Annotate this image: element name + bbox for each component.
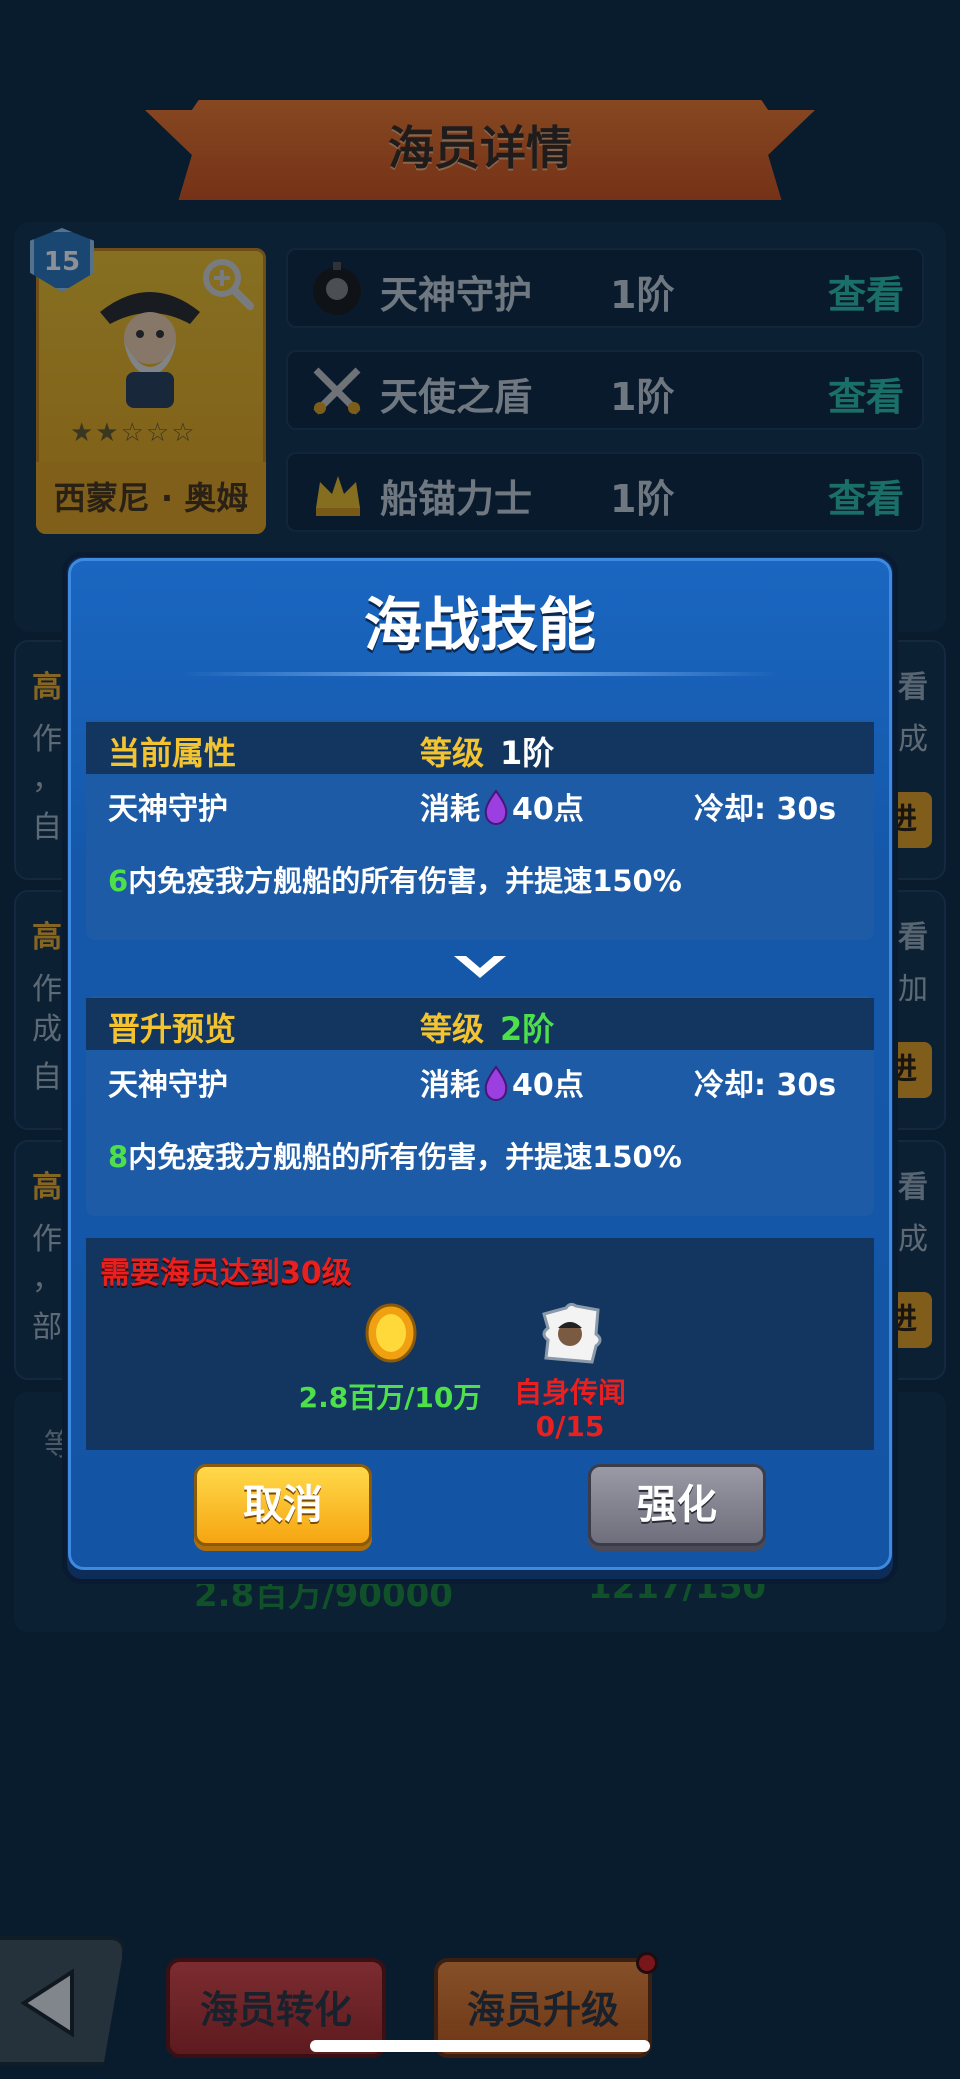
coin-requirement: 2.8百万/10万	[298, 1381, 482, 1414]
fragment-name: 自身传闻	[513, 1376, 626, 1409]
cancel-button[interactable]: 取消	[194, 1464, 372, 1546]
home-indicator[interactable]	[310, 2040, 650, 2052]
fragment-requirement: 自身传闻 0/15	[490, 1376, 650, 1444]
cooldown: 冷却: 30s	[694, 1068, 837, 1103]
preview-description: 8内免疫我方舰船的所有伤害，并提速150%	[108, 1134, 682, 1176]
fragment-count: 0/15	[535, 1410, 605, 1443]
cost-display: 消耗 40点	[420, 784, 584, 828]
cost-value: 40点	[512, 1068, 584, 1103]
description-text: 内免疫我方舰船的所有伤害，并提速150%	[128, 864, 682, 898]
title-divider	[180, 672, 780, 676]
current-description: 6内免疫我方舰船的所有伤害，并提速150%	[108, 858, 682, 900]
cooldown: 冷却: 30s	[694, 792, 837, 827]
gold-coin-icon	[365, 1303, 417, 1363]
cost-label: 消耗	[420, 792, 480, 827]
preview-skill-name: 天神守护	[108, 1068, 228, 1103]
preview-label: 晋升预览	[108, 1010, 237, 1048]
requirement-title: 需要海员达到30级	[100, 1256, 352, 1291]
level-label: 等级	[420, 734, 485, 772]
current-level-value: 1阶	[500, 734, 555, 772]
chevron-down-icon	[454, 956, 506, 978]
cost-label: 消耗	[420, 1068, 480, 1103]
purple-drop-icon	[484, 789, 508, 825]
modal-title: 海战技能	[363, 591, 596, 659]
cost-display: 消耗 40点	[420, 1060, 584, 1104]
duration-number: 6	[108, 864, 129, 898]
current-skill-name: 天神守护	[108, 792, 228, 827]
description-text: 内免疫我方舰船的所有伤害，并提速150%	[128, 1140, 682, 1174]
cost-value: 40点	[512, 792, 584, 827]
puzzle-piece-icon[interactable]	[536, 1300, 606, 1368]
level-label: 等级	[420, 1010, 485, 1048]
duration-number: 8	[108, 1140, 129, 1174]
enhance-button[interactable]: 强化	[588, 1464, 766, 1546]
purple-drop-icon	[484, 1065, 508, 1101]
preview-level-value: 2阶	[500, 1010, 555, 1048]
current-label: 当前属性	[108, 734, 237, 772]
